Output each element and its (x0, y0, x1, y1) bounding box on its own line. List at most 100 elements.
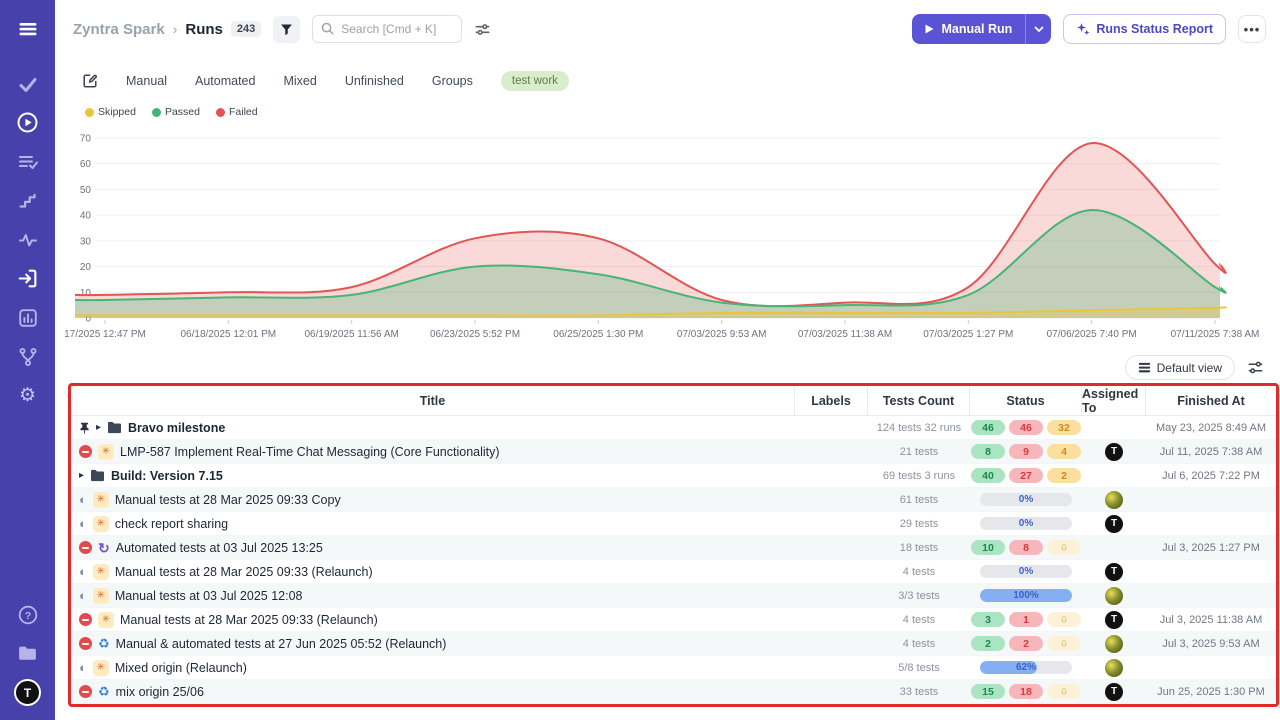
legend-label: Failed (229, 106, 258, 118)
table-row[interactable]: ✳LMP-587 Implement Real-Time Chat Messag… (71, 440, 1276, 464)
table-row[interactable]: ♻mix origin 25/0633 tests15180TJun 25, 2… (71, 680, 1276, 704)
active-filter-chip[interactable]: test work (501, 71, 569, 91)
expand-chevron-icon[interactable]: ▸ (79, 470, 84, 481)
passed-badge: 15 (971, 684, 1005, 699)
user-avatar[interactable]: T (14, 679, 41, 706)
sidebar-nav-settings[interactable]: ⚙ (8, 376, 48, 415)
column-header-status[interactable]: Status (970, 386, 1082, 415)
manual-run-button[interactable]: Manual Run (912, 14, 1025, 44)
assignee-avatar[interactable] (1105, 587, 1123, 605)
x-axis-tick-label: 07/03/2025 1:27 PM (923, 329, 1013, 340)
manual-run-icon: ✳ (93, 564, 109, 580)
tab-mixed[interactable]: Mixed (283, 74, 316, 88)
sidebar-menu-button[interactable] (8, 12, 48, 46)
tab-groups[interactable]: Groups (432, 74, 473, 88)
assignee-avatar[interactable]: T (1105, 443, 1123, 461)
progress-percent: 0% (980, 493, 1072, 506)
column-header-assigned-to[interactable]: Assigned To (1082, 386, 1146, 415)
sidebar-nav-tests[interactable] (8, 64, 48, 103)
run-title[interactable]: Manual tests at 28 Mar 2025 09:33 Copy (115, 493, 341, 507)
sidebar-nav-activity[interactable] (8, 220, 48, 259)
table-row[interactable]: ▸Bravo milestone124 tests 32 runs464632M… (71, 416, 1276, 440)
column-header-finished-at[interactable]: Finished At (1146, 386, 1276, 415)
assigned-to-cell: T (1082, 608, 1146, 631)
sidebar-nav-runs[interactable] (8, 103, 48, 142)
assigned-to-cell (1082, 536, 1146, 559)
finished-at-cell: Jul 3, 2025 11:38 AM (1146, 608, 1276, 631)
table-row[interactable]: ◐✳Manual tests at 28 Mar 2025 09:33 Copy… (71, 488, 1276, 512)
table-row[interactable]: ◐✳Manual tests at 28 Mar 2025 09:33 (Rel… (71, 560, 1276, 584)
run-title[interactable]: Manual tests at 28 Mar 2025 09:33 (Relau… (115, 565, 373, 579)
y-axis-tick-label: 60 (80, 159, 92, 170)
title-cell: ◐✳Manual tests at 28 Mar 2025 09:33 (Rel… (71, 560, 795, 583)
search-box (312, 15, 462, 43)
assignee-avatar[interactable] (1105, 659, 1123, 677)
sidebar-nav-import[interactable] (8, 259, 48, 298)
assignee-avatar[interactable]: T (1105, 563, 1123, 581)
table-row[interactable]: ▸Build: Version 7.1569 tests 3 runs40272… (71, 464, 1276, 488)
expand-chevron-icon[interactable]: ▸ (96, 422, 101, 433)
sidebar-projects-button[interactable] (8, 634, 48, 673)
assignee-avatar[interactable]: T (1105, 515, 1123, 533)
run-title[interactable]: check report sharing (115, 517, 228, 531)
table-row[interactable]: ✳Manual tests at 28 Mar 2025 09:33 (Rela… (71, 608, 1276, 632)
sidebar-nav-integrations[interactable] (8, 337, 48, 376)
run-title[interactable]: Build: Version 7.15 (111, 469, 223, 483)
search-settings-button[interactable] (474, 21, 491, 38)
finished-at-cell (1146, 584, 1276, 607)
table-row[interactable]: ◐✳Mixed origin (Relaunch)5/8 tests62% (71, 656, 1276, 680)
table-body: ▸Bravo milestone124 tests 32 runs464632M… (71, 416, 1276, 704)
tab-manual[interactable]: Manual (126, 74, 167, 88)
sidebar-nav-milestones[interactable] (8, 181, 48, 220)
column-header-labels[interactable]: Labels (795, 386, 868, 415)
run-title[interactable]: mix origin 25/06 (116, 685, 204, 699)
tests-count-cell: 18 tests (868, 536, 970, 559)
run-title[interactable]: LMP-587 Implement Real-Time Chat Messagi… (120, 445, 500, 459)
labels-cell (795, 560, 868, 583)
assignee-avatar[interactable]: T (1105, 683, 1123, 701)
table-row[interactable]: ↻Automated tests at 03 Jul 2025 13:2518 … (71, 536, 1276, 560)
assignee-avatar[interactable]: T (1105, 611, 1123, 629)
progress-bar: 62% (980, 661, 1072, 674)
run-title[interactable]: Manual tests at 28 Mar 2025 09:33 (Relau… (120, 613, 378, 627)
column-header-tests-count[interactable]: Tests Count (868, 386, 970, 415)
run-title[interactable]: Bravo milestone (128, 421, 225, 435)
skipped-badge: 0 (1047, 540, 1081, 555)
sidebar-nav-reports[interactable] (8, 298, 48, 337)
run-title[interactable]: Manual tests at 03 Jul 2025 12:08 (115, 589, 303, 603)
status-cell: 894 (970, 440, 1082, 463)
finished-at-cell: Jul 6, 2025 7:22 PM (1146, 464, 1276, 487)
breadcrumb-project[interactable]: Zyntra Spark (73, 21, 165, 38)
view-settings-button[interactable] (1247, 359, 1264, 376)
table-row[interactable]: ◐✳check report sharing29 tests0%T (71, 512, 1276, 536)
manual-run-dropdown-button[interactable] (1025, 14, 1051, 44)
bar-chart-icon (17, 307, 39, 329)
progress-bar: 0% (980, 493, 1072, 506)
manual-run-label: Manual Run (941, 22, 1012, 36)
tab-automated[interactable]: Automated (195, 74, 255, 88)
table-row[interactable]: ♻Manual & automated tests at 27 Jun 2025… (71, 632, 1276, 656)
column-header-title[interactable]: Title (71, 386, 795, 415)
sidebar-nav-test-plans[interactable] (8, 142, 48, 181)
tab-unfinished[interactable]: Unfinished (345, 74, 404, 88)
status-stopped-icon (79, 613, 92, 626)
filter-button[interactable] (273, 16, 300, 43)
default-view-button[interactable]: Default view (1125, 355, 1235, 380)
run-title[interactable]: Automated tests at 03 Jul 2025 13:25 (116, 541, 323, 555)
table-row[interactable]: ◐✳Manual tests at 03 Jul 2025 12:083/3 t… (71, 584, 1276, 608)
runs-status-report-button[interactable]: Runs Status Report (1063, 14, 1226, 44)
sidebar-help-button[interactable]: ? (8, 595, 48, 634)
legend-dot-icon (152, 108, 161, 117)
create-run-button[interactable] (82, 73, 98, 89)
more-actions-button[interactable]: ••• (1238, 15, 1266, 43)
sparkles-icon (1076, 22, 1090, 36)
progress-bar: 0% (980, 517, 1072, 530)
assignee-avatar[interactable] (1105, 491, 1123, 509)
failed-badge: 18 (1009, 684, 1043, 699)
run-title[interactable]: Mixed origin (Relaunch) (115, 661, 247, 675)
chevron-down-icon (1034, 26, 1044, 33)
table-header-row: TitleLabelsTests CountStatusAssigned ToF… (71, 386, 1276, 416)
assignee-avatar[interactable] (1105, 635, 1123, 653)
run-title[interactable]: Manual & automated tests at 27 Jun 2025 … (116, 637, 447, 651)
skipped-badge: 0 (1047, 684, 1081, 699)
